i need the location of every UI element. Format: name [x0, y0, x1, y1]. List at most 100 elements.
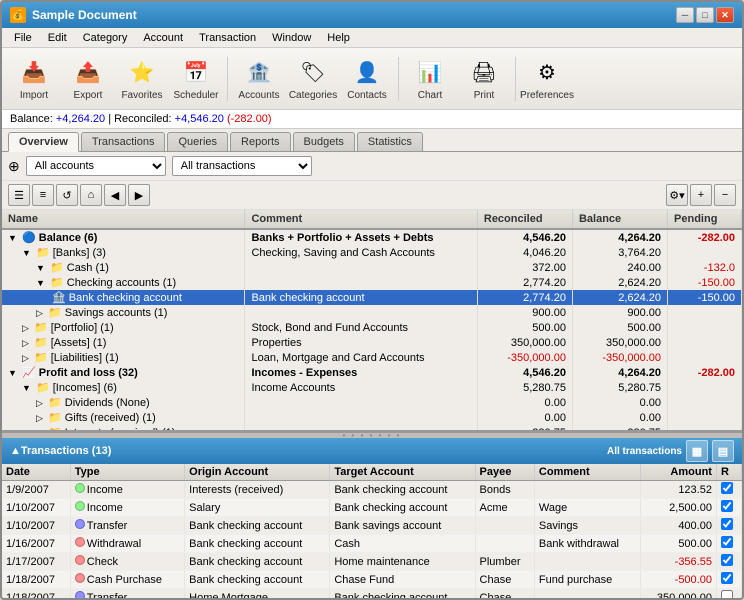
toolbar-sep-3 [515, 57, 516, 101]
transaction-row[interactable]: 1/10/2007 Transfer Bank checking account… [2, 517, 742, 535]
account-row[interactable]: ▷ 📁 [Assets] (1) Properties 350,000.00 3… [2, 335, 742, 350]
menu-bar: File Edit Category Account Transaction W… [2, 28, 742, 48]
transaction-row[interactable]: 1/18/2007 Cash Purchase Bank checking ac… [2, 571, 742, 589]
account-name: ▷ 📁 [Liabilities] (1) [2, 350, 245, 365]
th-origin: Origin Account [185, 464, 330, 481]
type-icon [75, 501, 85, 511]
account-balance: 4,264.20 [572, 229, 667, 245]
menu-category[interactable]: Category [75, 30, 136, 46]
trans-target: Bank checking account [330, 589, 475, 599]
list-view2-button[interactable]: ≡ [32, 184, 54, 206]
expand-icon[interactable]: ▼ [8, 368, 17, 378]
gear-button[interactable]: ⚙▾ [666, 184, 688, 206]
minimize-button[interactable]: ─ [676, 7, 694, 23]
menu-transaction[interactable]: Transaction [191, 30, 264, 46]
menu-account[interactable]: Account [135, 30, 191, 46]
expand-icon[interactable]: ▼ [8, 233, 17, 243]
menu-help[interactable]: Help [319, 30, 358, 46]
trans-view1[interactable]: ▦ [686, 440, 708, 462]
trans-reconciled [716, 553, 741, 571]
type-icon [75, 519, 85, 529]
favorites-button[interactable]: ⭐ Favorites [116, 53, 168, 105]
expand-icon[interactable]: ▼ [36, 263, 45, 273]
trans-target: Bank checking account [330, 481, 475, 499]
transaction-row[interactable]: 1/10/2007 Income Salary Bank checking ac… [2, 499, 742, 517]
expand-icon[interactable]: ▷ [36, 413, 43, 423]
account-row[interactable]: ▷ 📁 Savings accounts (1) 900.00 900.00 [2, 305, 742, 320]
back-button[interactable]: ◀ [104, 184, 126, 206]
account-row[interactable]: ▷ 📁 [Liabilities] (1) Loan, Mortgage and… [2, 350, 742, 365]
account-row[interactable]: ▼ 🔵 Balance (6) Banks + Portfolio + Asse… [2, 229, 742, 245]
scheduler-label: Scheduler [173, 90, 218, 101]
account-row[interactable]: ▼ 📁 Cash (1) 372.00 240.00 -132.0 [2, 260, 742, 275]
account-row[interactable]: ▼ 📁 [Banks] (3) Checking, Saving and Cas… [2, 245, 742, 260]
transaction-row[interactable]: 1/9/2007 Income Interests (received) Ban… [2, 481, 742, 499]
refresh-button[interactable]: ↺ [56, 184, 78, 206]
favorites-label: Favorites [121, 90, 162, 101]
tab-queries[interactable]: Queries [167, 132, 228, 151]
menu-edit[interactable]: Edit [40, 30, 75, 46]
expand-icon[interactable]: ▼ [22, 248, 31, 258]
trans-payee [475, 517, 534, 535]
preferences-button[interactable]: ⚙ Preferences [521, 53, 573, 105]
expand-icon[interactable]: ▷ [36, 398, 43, 408]
expand-icon[interactable]: ▷ [36, 308, 43, 318]
expand-icon[interactable]: ▷ [22, 323, 29, 333]
menu-window[interactable]: Window [264, 30, 319, 46]
tab-transactions[interactable]: Transactions [81, 132, 166, 151]
scheduler-button[interactable]: 📅 Scheduler [170, 53, 222, 105]
account-reconciled: 900.00 [477, 305, 572, 320]
transaction-row[interactable]: 1/16/2007 Withdrawal Bank checking accou… [2, 535, 742, 553]
trans-amount: 500.00 [640, 535, 716, 553]
tab-budgets[interactable]: Budgets [293, 132, 355, 151]
transaction-row[interactable]: 1/18/2007 Transfer Home Mortgage Bank ch… [2, 589, 742, 599]
categories-button[interactable]: 🏷 Categories [287, 53, 339, 105]
list-view-button[interactable]: ☰ [8, 184, 30, 206]
transaction-filter[interactable]: All transactions [172, 156, 312, 176]
account-row[interactable]: 🏦 Bank checking account Bank checking ac… [2, 290, 742, 305]
expand-icon[interactable]: ▼ [22, 383, 31, 393]
account-row[interactable]: ▷ 📁 Gifts (received) (1) 0.00 0.00 [2, 410, 742, 425]
import-button[interactable]: 📥 Import [8, 53, 60, 105]
account-row[interactable]: ▼ 📁 Checking accounts (1) 2,774.20 2,624… [2, 275, 742, 290]
trans-origin: Interests (received) [185, 481, 330, 499]
trans-date: 1/17/2007 [2, 553, 70, 571]
expand-icon[interactable]: ▼ [36, 278, 45, 288]
account-row[interactable]: ▼ 📁 [Incomes] (6) Income Accounts 5,280.… [2, 380, 742, 395]
export-button[interactable]: 📤 Export [62, 53, 114, 105]
print-button[interactable]: 🖨 Print [458, 53, 510, 105]
trans-type: Income [70, 499, 184, 517]
account-pending [668, 320, 742, 335]
balance-amount: +4,264.20 [56, 113, 105, 125]
add-button[interactable]: + [690, 184, 712, 206]
toolbar-sep-1 [227, 57, 228, 101]
expand-icon[interactable]: ▷ [22, 338, 29, 348]
accounts-icon: 🏦 [243, 57, 275, 88]
menu-file[interactable]: File [6, 30, 40, 46]
account-filter[interactable]: All accounts [26, 156, 166, 176]
tab-statistics[interactable]: Statistics [357, 132, 423, 151]
accounts-button[interactable]: 🏦 Accounts [233, 53, 285, 105]
account-row[interactable]: ▼ 📈 Profit and loss (32) Incomes - Expen… [2, 365, 742, 380]
trans-view2[interactable]: ▤ [712, 440, 734, 462]
account-icon: 📁 [36, 382, 50, 394]
tab-reports[interactable]: Reports [230, 132, 291, 151]
th-comment: Comment [534, 464, 640, 481]
chart-button[interactable]: 📊 Chart [404, 53, 456, 105]
trans-origin: Home Mortgage [185, 589, 330, 599]
account-icon: 📁 [50, 262, 64, 274]
contacts-button[interactable]: 👤 Contacts [341, 53, 393, 105]
tab-overview[interactable]: Overview [8, 132, 79, 152]
home-button[interactable]: ⌂ [80, 184, 102, 206]
expand-icon[interactable]: ▷ [22, 353, 29, 363]
close-button[interactable]: ✕ [716, 7, 734, 23]
print-label: Print [474, 90, 495, 101]
account-pending [668, 395, 742, 410]
transaction-row[interactable]: 1/17/2007 Check Bank checking account Ho… [2, 553, 742, 571]
account-row[interactable]: ▷ 📁 [Portfolio] (1) Stock, Bond and Fund… [2, 320, 742, 335]
remove-button[interactable]: − [714, 184, 736, 206]
maximize-button[interactable]: □ [696, 7, 714, 23]
trans-target: Cash [330, 535, 475, 553]
account-row[interactable]: ▷ 📁 Dividends (None) 0.00 0.00 [2, 395, 742, 410]
forward-button[interactable]: ▶ [128, 184, 150, 206]
